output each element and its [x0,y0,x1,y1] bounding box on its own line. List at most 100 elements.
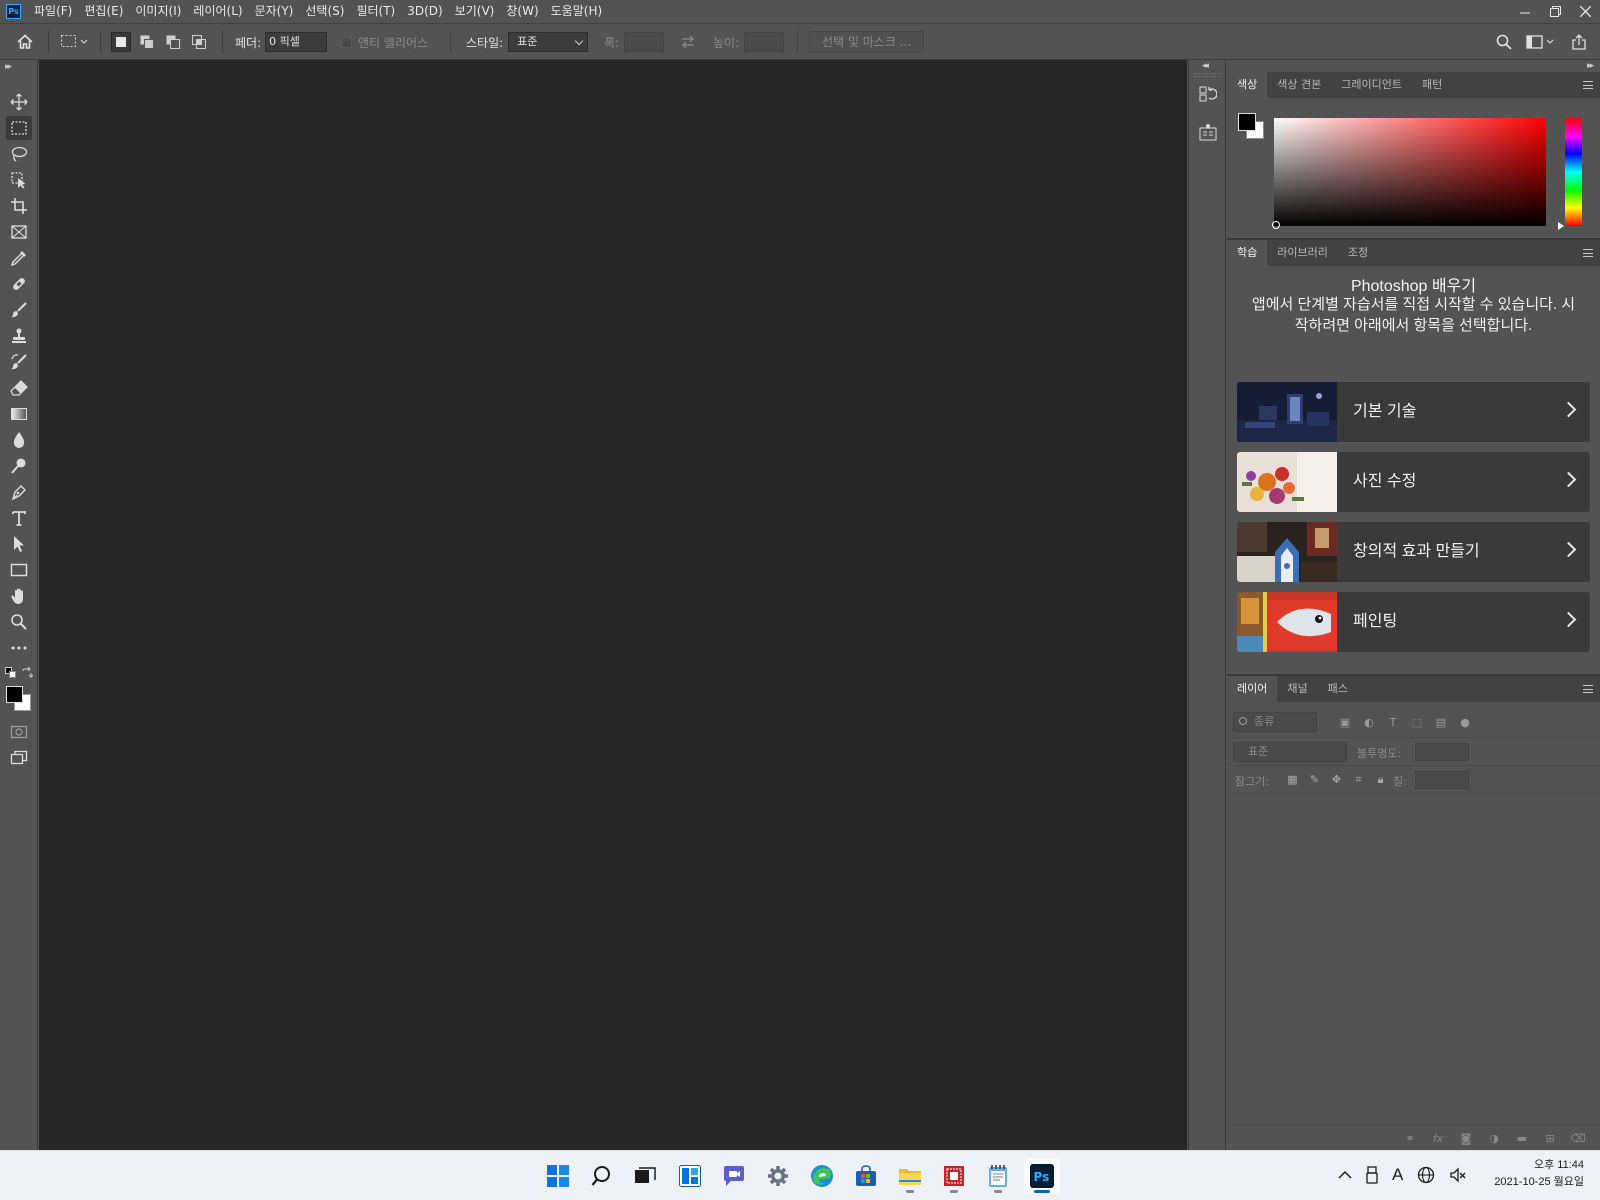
gradient-tool[interactable] [6,402,32,426]
tool-preset-picker[interactable] [60,24,88,60]
layer-filter-kind-select[interactable]: 종류 [1233,712,1317,732]
type-tool[interactable] [6,506,32,530]
tab-layers[interactable]: 레이어 [1227,676,1278,702]
menu-edit[interactable]: 편집(E) [78,0,129,23]
quick-mask-button[interactable] [6,720,32,744]
tab-channels[interactable]: 채널 [1277,676,1317,702]
speaker-muted-icon[interactable] [1449,1166,1467,1184]
rectangle-tool[interactable] [6,558,32,582]
subtract-selection-button[interactable] [163,32,183,52]
hue-slider-marker[interactable] [1558,222,1564,230]
menu-3d[interactable]: 3D(D) [401,0,448,23]
type-layer-filter-icon[interactable]: T [1385,714,1401,730]
new-group-folder-icon[interactable]: ▬ [1514,1130,1530,1146]
menu-filter[interactable]: 필터(T) [350,0,401,23]
rectangular-marquee-tool[interactable] [6,116,32,140]
new-adjustment-layer-icon[interactable]: ◑ [1486,1130,1502,1146]
share-button[interactable] [1571,24,1587,60]
select-and-mask-button[interactable]: 선택 및 마스크 ... [809,31,925,53]
add-mask-icon[interactable]: ◙ [1458,1130,1474,1146]
intersect-selection-button[interactable] [189,32,209,52]
tab-paths[interactable]: 패스 [1318,676,1358,702]
notepad-button[interactable] [980,1158,1016,1194]
panel-foreground-swatch[interactable] [1238,113,1256,131]
layers-list[interactable] [1227,793,1600,1123]
learn-card-fundamental-skills[interactable]: 기본 기술 [1237,382,1590,442]
blend-mode-select[interactable]: 표준 [1233,742,1347,762]
menu-type[interactable]: 문자(Y) [249,0,300,23]
swap-dimensions-button[interactable] [680,24,696,60]
chevron-up-icon[interactable] [1338,1170,1352,1180]
menu-layer[interactable]: 레이어(L) [187,0,248,23]
tab-color[interactable]: 색상 [1227,72,1268,98]
home-button[interactable] [16,24,34,60]
height-input[interactable] [744,32,785,52]
workspace-switcher[interactable] [1526,24,1556,60]
lock-artboard-icon[interactable]: ⌗ [1351,772,1366,787]
close-button[interactable] [1570,0,1600,23]
frame-tool[interactable] [6,220,32,244]
lock-transparent-pixels-icon[interactable]: ▦ [1285,772,1300,787]
layers-panel-menu-icon[interactable] [1583,685,1593,693]
edge-browser-button[interactable] [804,1158,840,1194]
tab-learn[interactable]: 학습 [1227,240,1268,266]
history-panel-icon[interactable] [1199,85,1217,103]
learn-panel-menu-icon[interactable] [1583,249,1593,257]
search-button[interactable] [1496,24,1512,60]
edit-toolbar-button[interactable] [6,636,32,660]
clone-stamp-tool[interactable] [6,324,32,348]
collapse-dock-button[interactable]: ▸▸ [1587,61,1594,71]
default-colors-icon[interactable] [5,667,17,679]
hand-tool[interactable] [6,584,32,608]
add-selection-button[interactable] [137,32,157,52]
learn-card-painting[interactable]: 페인팅 [1237,592,1590,652]
globe-network-icon[interactable] [1417,1166,1435,1184]
fill-input[interactable] [1415,771,1469,789]
ime-language-indicator[interactable]: A [1392,1165,1403,1185]
panel-grip[interactable] [1194,73,1222,77]
delete-layer-trash-icon[interactable]: ⌫ [1570,1130,1586,1146]
photoshop-app-icon[interactable]: Ps [6,4,21,19]
link-layers-icon[interactable]: ⚭ [1402,1130,1418,1146]
lock-all-icon[interactable]: 🔒︎ [1373,772,1388,787]
menu-view[interactable]: 보기(V) [449,0,501,23]
learn-card-photo-editing[interactable]: 사진 수정 [1237,452,1590,512]
task-view-button[interactable] [628,1158,664,1194]
restore-button[interactable] [1540,0,1570,23]
new-selection-button[interactable] [111,32,131,52]
widgets-button[interactable] [672,1158,708,1194]
document-canvas-area[interactable] [39,60,1187,1150]
filter-toggle-icon[interactable]: ● [1457,714,1473,730]
toolbar-collapse-button[interactable]: ▸▸ [5,62,12,72]
healing-brush-tool[interactable] [6,272,32,296]
history-brush-tool[interactable] [6,350,32,374]
eraser-tool[interactable] [6,376,32,400]
screen-mode-button[interactable] [6,746,32,770]
color-saturation-field[interactable] [1274,118,1546,226]
usb-device-icon[interactable] [1366,1166,1378,1184]
blur-tool[interactable] [6,428,32,452]
lock-image-pixels-icon[interactable]: ✎ [1307,772,1322,787]
crop-tool[interactable] [6,194,32,218]
opacity-input[interactable] [1415,743,1469,761]
taskbar-search-button[interactable] [584,1158,620,1194]
brush-tool[interactable] [6,298,32,322]
minimize-button[interactable] [1510,0,1540,23]
taskbar-clock[interactable]: 오후 11:44 2021-10-25 월요일 [1494,1157,1584,1191]
tab-patterns[interactable]: 패턴 [1412,72,1452,98]
tab-swatches[interactable]: 색상 견본 [1267,72,1331,98]
feather-input[interactable]: 0 픽셀 [265,32,328,52]
tab-libraries[interactable]: 라이브러리 [1267,240,1338,266]
start-button[interactable] [540,1158,576,1194]
move-tool[interactable] [6,90,32,114]
menu-file[interactable]: 파일(F) [28,0,78,23]
new-layer-icon[interactable]: ⊞ [1542,1130,1558,1146]
settings-button[interactable] [760,1158,796,1194]
collapse-panels-button[interactable]: ◂◂ [1202,61,1209,71]
file-explorer-button[interactable] [892,1158,928,1194]
adjustment-layer-filter-icon[interactable]: ◐ [1361,714,1377,730]
layer-style-fx-icon[interactable]: fx [1430,1130,1446,1146]
width-input[interactable] [624,32,665,52]
properties-panel-icon[interactable] [1199,123,1217,141]
path-selection-tool[interactable] [6,532,32,556]
